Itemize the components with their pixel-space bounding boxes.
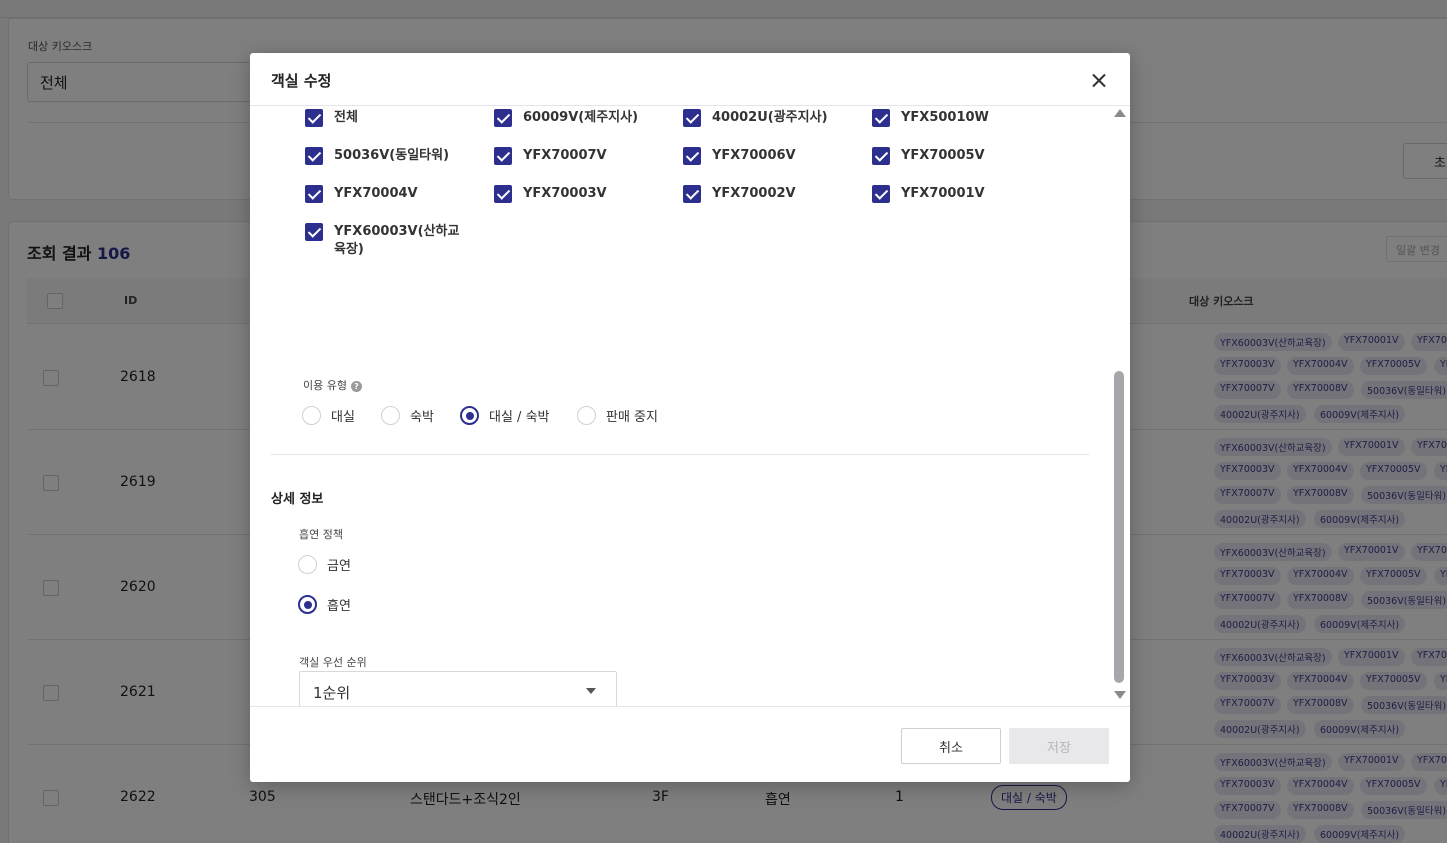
kiosk-checkbox-item[interactable]: 60009V(제주지사) (494, 109, 638, 127)
smoking-policy-radio-label: 흡연 (327, 599, 351, 614)
checkbox-checked-icon[interactable] (494, 185, 512, 203)
kiosk-checkbox-label: 전체 (334, 110, 358, 125)
usage-type-radio[interactable]: 판매 중지 (577, 406, 658, 425)
scrollbar-thumb[interactable] (1114, 371, 1124, 683)
modal-title: 객실 수정 (271, 72, 332, 90)
kiosk-checkbox-label: YFX70005V (901, 148, 985, 163)
kiosk-checkbox-label: YFX50010W (901, 110, 989, 125)
checkbox-checked-icon[interactable] (683, 185, 701, 203)
usage-type-radio-label: 판매 중지 (606, 410, 658, 425)
smoking-policy-radio-label: 금연 (327, 559, 351, 574)
room-edit-modal: 객실 수정 전체 60009V(제주지사) 40002U(광주지사) YFX50010… (250, 53, 1130, 782)
checkbox-checked-icon[interactable] (305, 223, 323, 241)
kiosk-checkbox-item[interactable]: 40002U(광주지사) (683, 109, 828, 127)
radio-selected-icon[interactable] (298, 595, 317, 614)
checkbox-checked-icon[interactable] (872, 109, 890, 127)
modal-scrollbar[interactable] (1112, 109, 1126, 699)
kiosk-checkbox-item[interactable]: YFX50010W (872, 109, 989, 127)
checkbox-checked-icon[interactable] (872, 147, 890, 165)
kiosk-checkbox-item[interactable]: YFX70006V (683, 147, 796, 165)
radio-unselected-icon[interactable] (298, 555, 317, 574)
cancel-button[interactable]: 취소 (901, 728, 1001, 764)
usage-type-label-text: 이용 유형 (303, 379, 347, 392)
usage-type-radio[interactable]: 대실 (302, 406, 355, 425)
usage-type-label: 이용 유형? (303, 377, 362, 393)
modal-footer: 취소 저장 (250, 706, 1130, 782)
kiosk-checkbox-item[interactable]: YFX70005V (872, 147, 985, 165)
checkbox-checked-icon[interactable] (494, 147, 512, 165)
kiosk-checkbox-item[interactable]: 50036V(동일타워) (305, 147, 449, 165)
kiosk-checkbox-label: 40002U(광주지사) (712, 110, 828, 125)
checkbox-checked-icon[interactable] (683, 147, 701, 165)
chevron-down-icon (586, 688, 596, 694)
detail-section-title: 상세 정보 (271, 492, 324, 507)
usage-type-radio-label: 숙박 (410, 410, 434, 425)
checkbox-checked-icon[interactable] (305, 109, 323, 127)
radio-unselected-icon[interactable] (577, 406, 596, 425)
priority-value: 1순위 (313, 684, 351, 702)
save-button[interactable]: 저장 (1009, 728, 1109, 764)
kiosk-checkbox-item[interactable]: YFX70002V (683, 185, 796, 203)
kiosk-checkbox-label: YFX70002V (712, 186, 796, 201)
smoking-policy-radio[interactable]: 금연 (298, 555, 351, 574)
kiosk-checkbox-label: YFX60003V(산하교육장) (334, 224, 460, 257)
radio-unselected-icon[interactable] (381, 406, 400, 425)
kiosk-checkbox-label: 50036V(동일타워) (334, 148, 450, 163)
priority-label: 객실 우선 순위 (299, 656, 367, 669)
kiosk-checkbox-label: YFX70001V (901, 186, 985, 201)
usage-type-radio-label: 대실 (331, 410, 355, 425)
kiosk-checkbox-item[interactable]: YFX70003V (494, 185, 607, 203)
modal-body: 전체 60009V(제주지사) 40002U(광주지사) YFX50010W 50036… (250, 106, 1130, 706)
kiosk-checkbox-item[interactable]: YFX70001V (872, 185, 985, 203)
radio-unselected-icon[interactable] (302, 406, 321, 425)
scroll-down-arrow-icon[interactable] (1114, 691, 1126, 699)
priority-select[interactable]: 1순위 (299, 671, 617, 706)
kiosk-checkbox-label: YFX70004V (334, 186, 418, 201)
checkbox-checked-icon[interactable] (872, 185, 890, 203)
usage-type-radio-label: 대실 / 숙박 (489, 410, 550, 425)
kiosk-checkbox-label: YFX70007V (523, 148, 607, 163)
radio-selected-icon[interactable] (460, 406, 479, 425)
kiosk-checkbox-label: YFX70003V (523, 186, 607, 201)
scroll-up-arrow-icon[interactable] (1114, 109, 1126, 117)
kiosk-checkbox-item[interactable]: 전체 (305, 109, 358, 127)
checkbox-checked-icon[interactable] (494, 109, 512, 127)
kiosk-checkbox-item[interactable]: YFX70004V (305, 185, 418, 203)
section-divider (271, 454, 1089, 455)
kiosk-checkbox-item[interactable]: YFX70007V (494, 147, 607, 165)
close-icon[interactable] (1088, 70, 1110, 92)
kiosk-checkbox-label: YFX70006V (712, 148, 796, 163)
checkbox-checked-icon[interactable] (305, 147, 323, 165)
checkbox-checked-icon[interactable] (683, 109, 701, 127)
usage-type-radio[interactable]: 숙박 (381, 406, 434, 425)
smoking-policy-label: 흡연 정책 (299, 528, 343, 541)
modal-header: 객실 수정 (250, 53, 1130, 106)
usage-type-radio[interactable]: 대실 / 숙박 (460, 406, 550, 425)
smoking-policy-radio[interactable]: 흡연 (298, 595, 351, 614)
help-icon[interactable]: ? (350, 381, 362, 392)
kiosk-checkbox-label: 60009V(제주지사) (523, 110, 639, 125)
checkbox-checked-icon[interactable] (305, 185, 323, 203)
kiosk-checkbox-item[interactable]: YFX60003V(산하교육장) (305, 223, 469, 259)
